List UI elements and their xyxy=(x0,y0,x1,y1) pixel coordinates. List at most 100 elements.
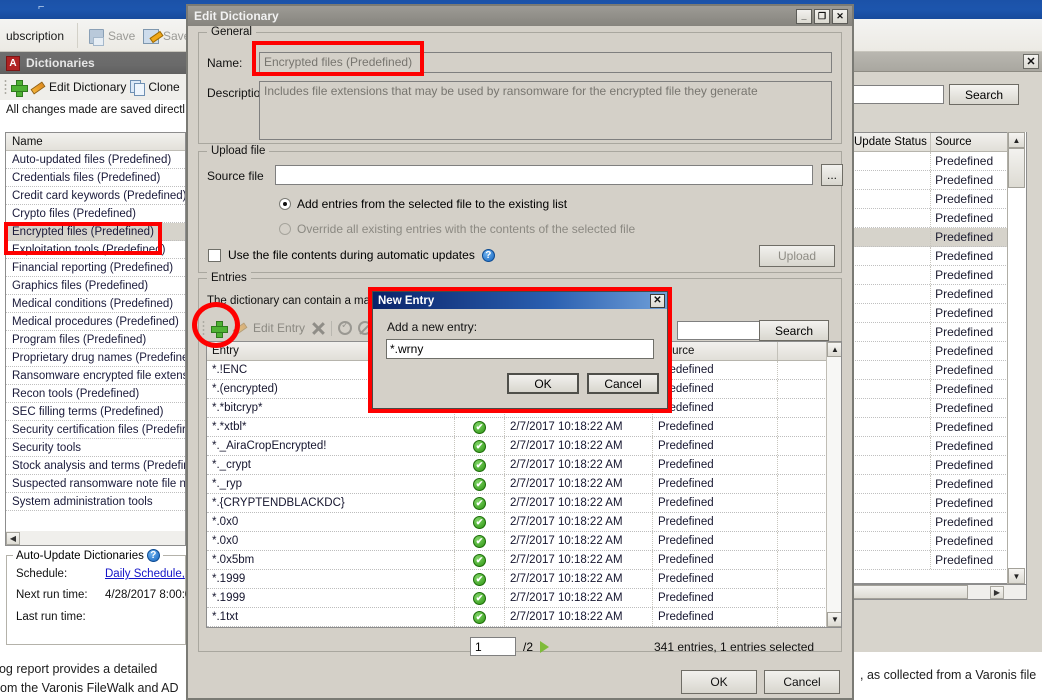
background-table-row[interactable]: Predefined xyxy=(850,190,1026,209)
background-table-row[interactable]: Predefined xyxy=(850,418,1026,437)
background-table[interactable]: Update Status Source PredefinedPredefine… xyxy=(849,132,1027,584)
background-table-row[interactable]: Predefined xyxy=(850,228,1026,247)
background-table-row[interactable]: Predefined xyxy=(850,532,1026,551)
table-row[interactable]: *._ryp✔2/7/2017 10:18:22 AMPredefined xyxy=(207,475,841,494)
background-table-row[interactable]: Predefined xyxy=(850,171,1026,190)
scroll-left-icon[interactable]: ◀ xyxy=(6,532,20,545)
page-number-input[interactable]: 1 xyxy=(470,637,516,656)
background-table-row[interactable]: Predefined xyxy=(850,551,1026,570)
background-table-row[interactable]: Predefined xyxy=(850,399,1026,418)
use-file-contents-checkbox[interactable] xyxy=(208,249,221,262)
help-icon[interactable]: ? xyxy=(482,249,495,262)
column-update-status[interactable]: Update Status xyxy=(850,133,931,151)
ok-button[interactable]: OK xyxy=(681,670,757,694)
scroll-thumb[interactable] xyxy=(1008,148,1025,188)
edit-entry-label[interactable]: Edit Entry xyxy=(253,321,305,335)
table-row[interactable]: *.*xtbl*✔2/7/2017 10:18:22 AMPredefined xyxy=(207,418,841,437)
scroll-down-icon[interactable]: ▼ xyxy=(1008,568,1025,584)
radio-override-entries[interactable]: Override all existing entries with the c… xyxy=(279,222,635,236)
entries-search-button[interactable]: Search xyxy=(759,320,829,341)
background-table-row[interactable]: Predefined xyxy=(850,304,1026,323)
schedule-link[interactable]: Daily Schedule, xyxy=(105,568,185,580)
edit-dictionary-label[interactable]: Edit Dictionary xyxy=(49,80,126,94)
background-table-row[interactable]: Predefined xyxy=(850,209,1026,228)
table-row[interactable]: *.{CRYPTENDBLACKDC}✔2/7/2017 10:18:22 AM… xyxy=(207,494,841,513)
scroll-up-icon[interactable]: ▲ xyxy=(1008,132,1025,148)
dictionary-list-item[interactable]: Ransomware encrypted file extensi xyxy=(6,367,185,385)
next-page-icon[interactable] xyxy=(540,641,549,653)
maximize-icon[interactable]: ❐ xyxy=(814,9,830,24)
table-row[interactable]: *._AiraCropEncrypted!✔2/7/2017 10:18:22 … xyxy=(207,437,841,456)
scroll-down-icon[interactable]: ▼ xyxy=(827,612,842,627)
close-icon[interactable]: ✕ xyxy=(1023,54,1039,69)
source-file-input[interactable] xyxy=(275,165,813,185)
cancel-button[interactable]: Cancel xyxy=(764,670,840,694)
table-row[interactable]: *._crypt✔2/7/2017 10:18:22 AMPredefined xyxy=(207,456,841,475)
background-table-row[interactable]: Predefined xyxy=(850,361,1026,380)
table-row[interactable]: *.1txt✔2/7/2017 10:18:22 AMPredefined xyxy=(207,608,841,627)
background-table-row[interactable]: Predefined xyxy=(850,323,1026,342)
description-input[interactable]: Includes file extensions that may be use… xyxy=(259,81,832,140)
background-search-input[interactable] xyxy=(849,85,944,104)
clone-icon[interactable] xyxy=(130,80,144,94)
add-dictionary-icon[interactable] xyxy=(11,80,26,95)
background-table-hscrollbar[interactable]: ▶ xyxy=(849,584,1027,600)
background-table-row[interactable]: Predefined xyxy=(850,494,1026,513)
background-table-row[interactable]: Predefined xyxy=(850,285,1026,304)
dictionary-list-item[interactable]: Security tools xyxy=(6,439,185,457)
background-table-row[interactable]: Predefined xyxy=(850,266,1026,285)
table-row[interactable]: *.0x5bm✔2/7/2017 10:18:22 AMPredefined xyxy=(207,551,841,570)
close-icon[interactable]: ✕ xyxy=(832,9,848,24)
hscroll-thumb[interactable] xyxy=(850,585,968,599)
dictionary-list-item[interactable]: Proprietary drug names (Predefined xyxy=(6,349,185,367)
background-table-row[interactable]: Predefined xyxy=(850,513,1026,532)
save-button[interactable]: Save xyxy=(83,25,141,47)
dictionary-list-hscrollbar[interactable]: ◀ xyxy=(5,531,186,546)
background-table-row[interactable]: Predefined xyxy=(850,342,1026,361)
upload-button[interactable]: Upload xyxy=(759,245,835,267)
entries-grid-vscrollbar[interactable]: ▲ ▼ xyxy=(826,342,842,627)
help-icon[interactable]: ? xyxy=(147,549,160,562)
dictionary-list-item[interactable]: Financial reporting (Predefined) xyxy=(6,259,185,277)
dictionary-list-item[interactable]: Credit card keywords (Predefined) xyxy=(6,187,185,205)
dictionary-list-item[interactable]: Credentials files (Predefined) xyxy=(6,169,185,187)
browse-button[interactable]: ... xyxy=(821,164,843,186)
scroll-up-icon[interactable]: ▲ xyxy=(827,342,842,357)
table-row[interactable]: *.1999✔2/7/2017 10:18:22 AMPredefined xyxy=(207,570,841,589)
dictionary-list-item[interactable]: SEC filling terms (Predefined) xyxy=(6,403,185,421)
use-file-contents-checkbox-row[interactable]: Use the file contents during automatic u… xyxy=(208,248,495,262)
minimize-icon[interactable]: _ xyxy=(796,9,812,24)
table-row[interactable]: *.0x0✔2/7/2017 10:18:22 AMPredefined xyxy=(207,532,841,551)
background-search-button[interactable]: Search xyxy=(949,84,1019,105)
clone-label[interactable]: Clone xyxy=(148,80,179,94)
approve-entry-icon[interactable] xyxy=(338,321,352,335)
dictionary-list-item[interactable]: Auto-updated files (Predefined) xyxy=(6,151,185,169)
dictionary-list-item[interactable]: Recon tools (Predefined) xyxy=(6,385,185,403)
radio-add-entries-icon[interactable] xyxy=(279,198,291,210)
subscription-button[interactable]: ubscription xyxy=(0,25,70,47)
background-table-row[interactable]: Predefined xyxy=(850,247,1026,266)
dictionary-list-item[interactable]: Medical procedures (Predefined) xyxy=(6,313,185,331)
table-row[interactable]: *.1999✔2/7/2017 10:18:22 AMPredefined xyxy=(207,589,841,608)
dictionary-list-item[interactable]: Graphics files (Predefined) xyxy=(6,277,185,295)
table-row[interactable]: *.0x0✔2/7/2017 10:18:22 AMPredefined xyxy=(207,513,841,532)
background-table-row[interactable]: Predefined xyxy=(850,456,1026,475)
background-table-row[interactable]: Predefined xyxy=(850,152,1026,171)
radio-add-entries[interactable]: Add entries from the selected file to th… xyxy=(279,197,567,211)
dictionary-list-item[interactable]: System administration tools xyxy=(6,493,185,511)
radio-override-entries-icon[interactable] xyxy=(279,223,291,235)
scroll-right-icon[interactable]: ▶ xyxy=(990,586,1004,599)
dictionary-list-item[interactable]: Security certification files (Predefir xyxy=(6,421,185,439)
background-table-row[interactable]: Predefined xyxy=(850,475,1026,494)
dictionary-list-item[interactable]: Suspected ransomware note file na xyxy=(6,475,185,493)
dictionary-list[interactable]: Name Auto-updated files (Predefined)Cred… xyxy=(5,132,186,532)
background-table-row[interactable]: Predefined xyxy=(850,380,1026,399)
edit-dictionary-titlebar[interactable]: Edit Dictionary _ ❐ ✕ xyxy=(188,6,852,26)
dictionary-list-item[interactable]: Stock analysis and terms (Predefin xyxy=(6,457,185,475)
dictionary-list-item[interactable]: Program files (Predefined) xyxy=(6,331,185,349)
background-table-vscrollbar[interactable]: ▲ ▼ xyxy=(1007,132,1026,584)
edit-dictionary-icon[interactable] xyxy=(30,80,45,94)
background-table-row[interactable]: Predefined xyxy=(850,437,1026,456)
dictionary-list-item[interactable]: Crypto files (Predefined) xyxy=(6,205,185,223)
dictionary-list-item[interactable]: Medical conditions (Predefined) xyxy=(6,295,185,313)
